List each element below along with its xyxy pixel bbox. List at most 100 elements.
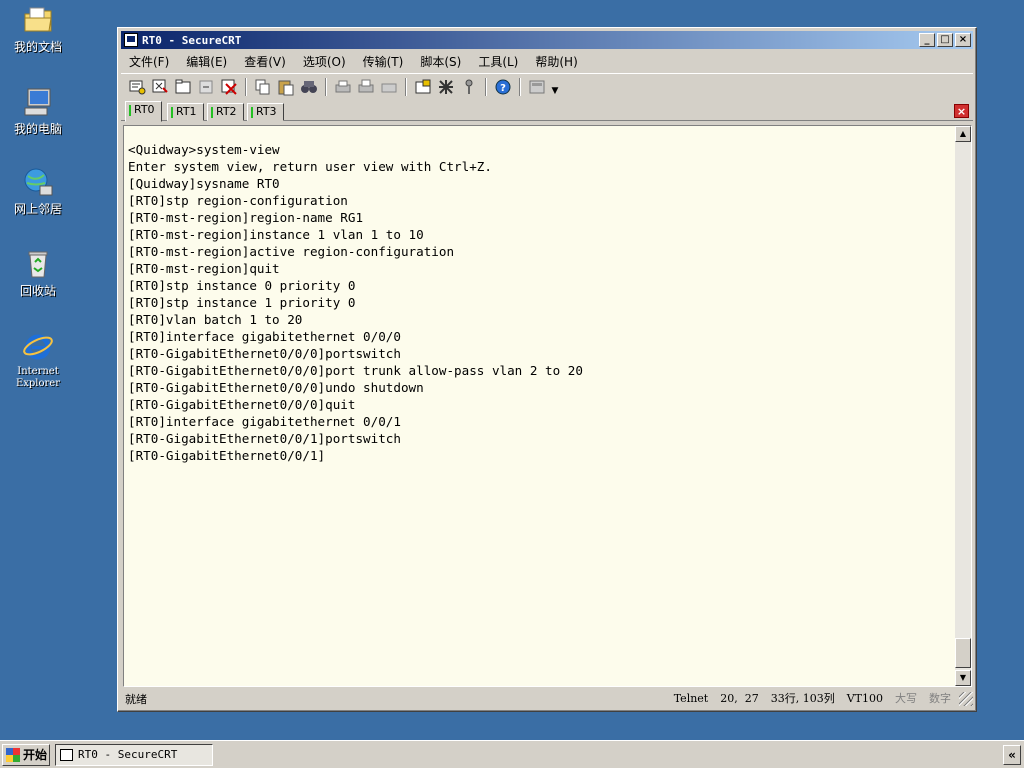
terminal-line: [RT0]interface gigabitethernet 0/0/1 bbox=[128, 414, 401, 429]
menu-edit[interactable]: 编辑(E) bbox=[186, 53, 227, 70]
disconnect-icon[interactable] bbox=[219, 77, 239, 97]
menu-transfer[interactable]: 传输(T) bbox=[363, 53, 404, 70]
terminal-line: [Quidway]sysname RT0 bbox=[128, 176, 280, 191]
windows-flag-icon bbox=[6, 748, 20, 762]
copy-icon[interactable] bbox=[253, 77, 273, 97]
status-ready: 就绪 bbox=[125, 693, 147, 706]
menu-bar: 文件(F) 编辑(E) 查看(V) 选项(O) 传输(T) 脚本(S) 工具(L… bbox=[121, 51, 973, 71]
terminal-line: [RT0-GigabitEthernet0/0/0]port trunk all… bbox=[128, 363, 583, 378]
toolbar-separator bbox=[519, 77, 521, 96]
keymap-icon[interactable] bbox=[459, 77, 479, 97]
global-options-icon[interactable] bbox=[436, 77, 456, 97]
close-button[interactable]: × bbox=[955, 33, 971, 47]
paste-icon[interactable] bbox=[276, 77, 296, 97]
desktop-icon-recycle-bin[interactable]: 回收站 bbox=[0, 248, 76, 298]
tab-rt1[interactable]: RT1 bbox=[167, 103, 204, 121]
terminal-line: [RT0-mst-region]quit bbox=[128, 261, 280, 276]
svg-text:?: ? bbox=[500, 83, 506, 94]
terminal-line: [RT0-GigabitEthernet0/0/1] bbox=[128, 448, 326, 463]
recycle-bin-icon bbox=[22, 248, 54, 280]
terminal-line: [RT0]stp instance 1 priority 0 bbox=[128, 295, 356, 310]
terminal-line: [RT0]vlan batch 1 to 20 bbox=[128, 312, 303, 327]
terminal-line: [RT0]stp region-configuration bbox=[128, 193, 348, 208]
taskbar-item-securecrt[interactable]: RT0 - SecureCRT bbox=[55, 744, 213, 766]
desktop-icon-label: Internet bbox=[17, 366, 59, 377]
status-size: 33行, 103列 bbox=[770, 692, 835, 705]
terminal-line: [RT0-GigabitEthernet0/0/0]undo shutdown bbox=[128, 380, 424, 395]
toolbar-options-icon[interactable] bbox=[527, 77, 547, 97]
tab-rt0[interactable]: RT0 bbox=[125, 101, 162, 122]
desktop-icon-label: 我的文档 bbox=[13, 40, 62, 54]
terminal-line: [RT0]stp instance 0 priority 0 bbox=[128, 278, 356, 293]
terminal-line: [RT0-mst-region]region-name RG1 bbox=[128, 210, 364, 225]
toolbar: ? ▼ bbox=[121, 73, 973, 99]
menu-help[interactable]: 帮助(H) bbox=[535, 53, 577, 70]
tab-rt3[interactable]: RT3 bbox=[247, 103, 284, 121]
scroll-up-button[interactable]: ▲ bbox=[955, 126, 971, 142]
help-icon[interactable]: ? bbox=[493, 77, 513, 97]
close-tab-button[interactable]: × bbox=[954, 104, 969, 118]
menu-tools[interactable]: 工具(L) bbox=[478, 53, 518, 70]
scroll-thumb[interactable] bbox=[955, 638, 971, 668]
folder-icon bbox=[22, 4, 54, 36]
connect-in-tab-icon[interactable] bbox=[173, 77, 193, 97]
status-bar: 就绪 Telnet 20, 27 33行, 103列 VT100 大写 数字 bbox=[121, 689, 973, 709]
terminal-line: Enter system view, return user view with… bbox=[128, 159, 492, 174]
menu-file[interactable]: 文件(F) bbox=[129, 53, 169, 70]
securecrt-taskbar-icon bbox=[60, 749, 73, 761]
desktop-icon-network[interactable]: 网上邻居 bbox=[0, 166, 76, 216]
menu-options[interactable]: 选项(O) bbox=[303, 53, 346, 70]
print-icon[interactable] bbox=[333, 77, 353, 97]
quick-connect-icon[interactable] bbox=[150, 77, 170, 97]
start-label: 开始 bbox=[23, 748, 48, 762]
desktop-icon-label: 回收站 bbox=[19, 284, 56, 298]
terminal-line: <Quidway>system-view bbox=[128, 142, 280, 157]
terminal-frame: <Quidway>system-view Enter system view, r… bbox=[123, 125, 972, 687]
toolbar-overflow-icon[interactable]: ▼ bbox=[550, 77, 560, 97]
toolbar-separator bbox=[245, 77, 247, 96]
securecrt-window: RT0 - SecureCRT _ □ × 文件(F) 编辑(E) 查看(V) … bbox=[117, 27, 977, 712]
vertical-scrollbar[interactable]: ▲ ▼ bbox=[955, 126, 971, 686]
tray-expand-button[interactable]: « bbox=[1003, 745, 1021, 765]
taskbar-item-label: RT0 - SecureCRT bbox=[78, 748, 178, 761]
menu-script[interactable]: 脚本(S) bbox=[420, 53, 461, 70]
toolbar-separator bbox=[405, 77, 407, 96]
find-icon[interactable] bbox=[299, 77, 319, 97]
desktop-icon-label: 我的电脑 bbox=[13, 122, 62, 136]
terminal-line: [RT0-GigabitEthernet0/0/0]quit bbox=[128, 397, 356, 412]
desktop-icon-my-documents[interactable]: 我的文档 bbox=[0, 4, 76, 54]
toolbar-separator bbox=[485, 77, 487, 96]
menu-view[interactable]: 查看(V) bbox=[244, 53, 286, 70]
desktop-icon-my-computer[interactable]: 我的电脑 bbox=[0, 86, 76, 136]
minimize-button[interactable]: _ bbox=[919, 33, 935, 47]
maximize-button[interactable]: □ bbox=[937, 33, 953, 47]
taskbar: 开始 RT0 - SecureCRT « bbox=[0, 740, 1024, 768]
status-protocol: Telnet bbox=[673, 692, 709, 705]
resize-grip[interactable] bbox=[959, 692, 973, 706]
status-emulation: VT100 bbox=[846, 692, 883, 705]
toolbar-separator bbox=[325, 77, 327, 96]
desktop-icon-label: Explorer bbox=[15, 378, 61, 389]
print-selection-icon[interactable] bbox=[356, 77, 376, 97]
terminal-line: [RT0]interface gigabitethernet 0/0/0 bbox=[128, 329, 401, 344]
desktop-icon-label: 网上邻居 bbox=[13, 202, 62, 216]
reconnect-icon[interactable] bbox=[196, 77, 216, 97]
securecrt-app-icon[interactable] bbox=[124, 33, 138, 47]
terminal-line: [RT0-mst-region]instance 1 vlan 1 to 10 bbox=[128, 227, 424, 242]
title-bar[interactable]: RT0 - SecureCRT _ □ × bbox=[121, 31, 973, 49]
desktop-icon-internet-explorer[interactable]: Internet Explorer bbox=[0, 330, 76, 390]
status-num: 数字 bbox=[929, 692, 951, 705]
connect-icon[interactable] bbox=[127, 77, 147, 97]
terminal-line: [RT0-GigabitEthernet0/0/0]portswitch bbox=[128, 346, 401, 361]
status-cursor: 20, 27 bbox=[720, 692, 759, 705]
session-options-icon[interactable] bbox=[413, 77, 433, 97]
status-caps: 大写 bbox=[895, 692, 917, 705]
terminal-output[interactable]: <Quidway>system-view Enter system view, r… bbox=[124, 126, 956, 686]
ie-icon bbox=[22, 330, 54, 362]
tab-rt2[interactable]: RT2 bbox=[207, 103, 244, 121]
window-title: RT0 - SecureCRT bbox=[142, 33, 242, 47]
scroll-down-button[interactable]: ▼ bbox=[955, 670, 971, 686]
session-tabs: RT0 RT1 RT2 RT3 × bbox=[121, 101, 973, 122]
start-button[interactable]: 开始 bbox=[2, 744, 50, 766]
print-setup-icon[interactable] bbox=[379, 77, 399, 97]
